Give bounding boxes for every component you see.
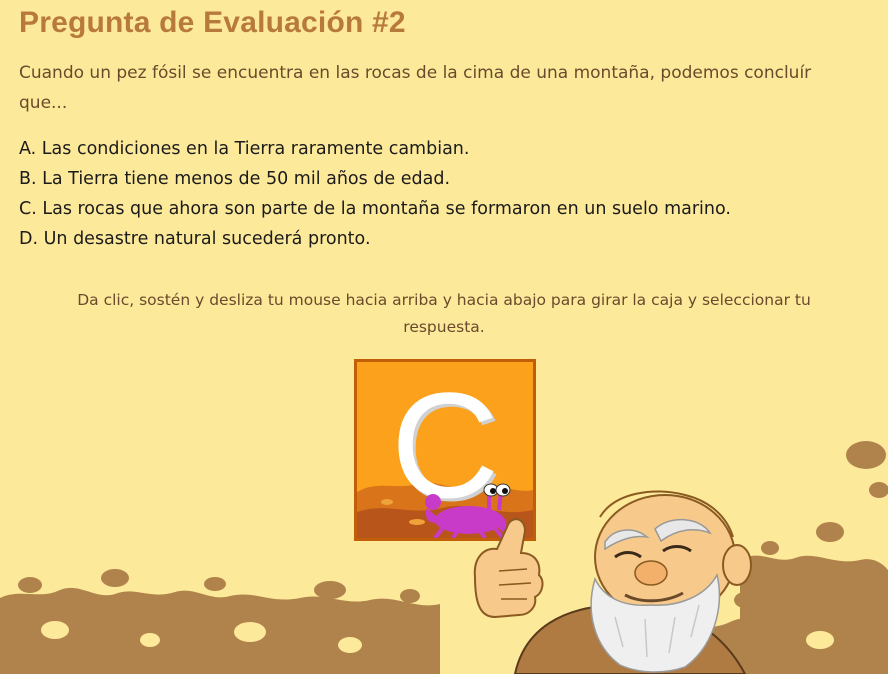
instruction-text: Da clic, sostén y desliza tu mouse hacia… <box>77 291 811 336</box>
answer-option-b: B. La Tierra tiene menos de 50 mil años … <box>19 169 451 189</box>
answer-option-d: D. Un desastre natural sucederá pronto. <box>19 229 371 249</box>
answer-option-a: A. Las condiciones en la Tierra rarament… <box>19 139 470 159</box>
old-man-mascot <box>473 490 752 674</box>
page-title: Pregunta de Evaluación #2 <box>19 6 406 39</box>
answer-option-c: C. Las rocas que ahora son parte de la m… <box>19 199 731 219</box>
answer-list: A. Las condiciones en la Tierra rarament… <box>19 134 731 254</box>
question-text: Cuando un pez fósil se encuentra en las … <box>19 63 812 113</box>
